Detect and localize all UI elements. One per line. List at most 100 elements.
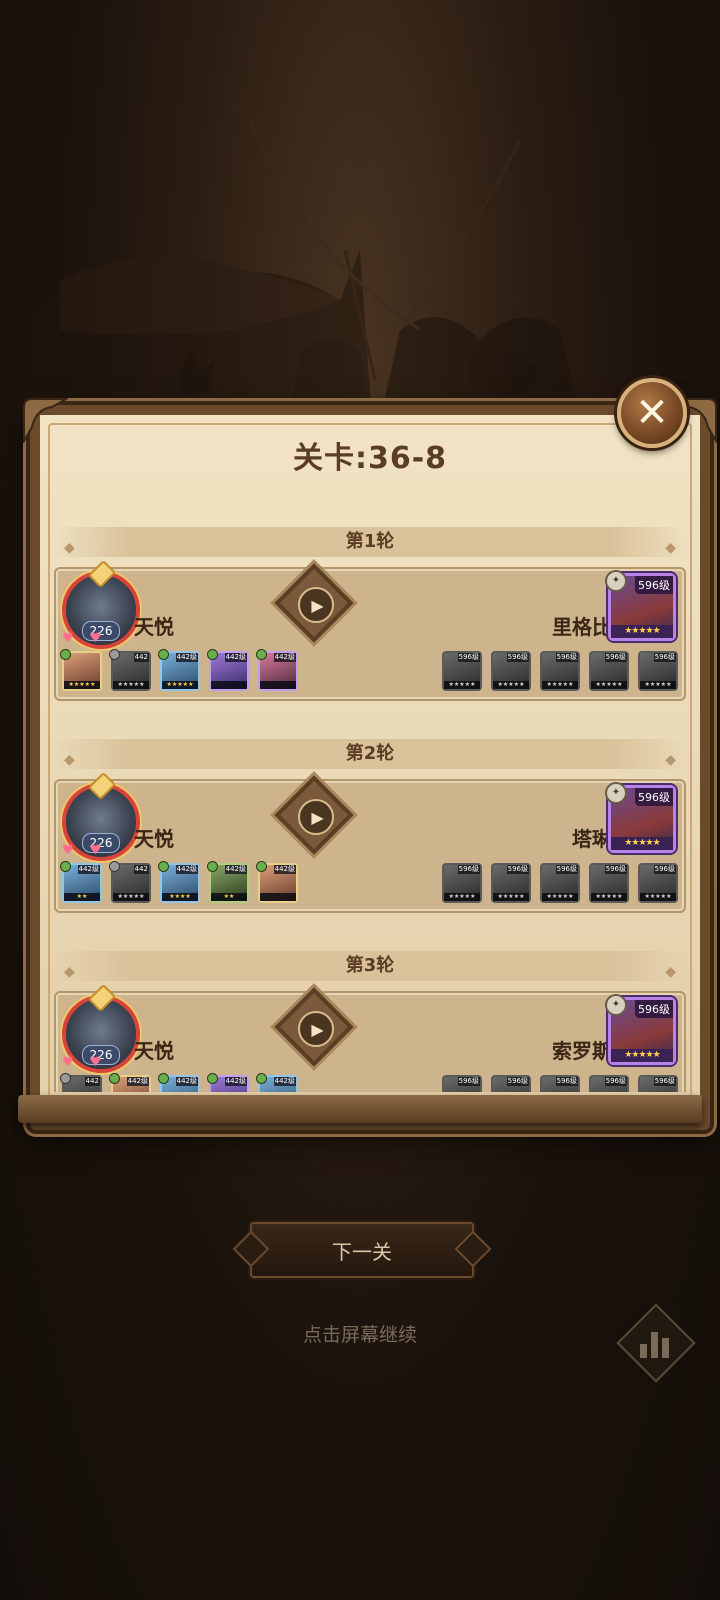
hero-portrait[interactable]: 596级: [540, 1075, 580, 1092]
round-header: ◆ 第1轮 ◆: [54, 527, 686, 557]
faction-icon: [60, 861, 71, 872]
hero-level: 442级: [77, 865, 100, 874]
round-label: 第2轮: [345, 743, 395, 764]
hero-portrait[interactable]: 596级: [589, 1075, 629, 1092]
enemy-team: 596级 596级 596级 596级 596级: [442, 1075, 678, 1092]
hero-stars: ★★★★★: [591, 681, 627, 689]
hero-level: 596级: [604, 653, 627, 662]
player-team: ★★★★★ 442 ★★★★★ 442级 ★★★★★ 442级 442级: [60, 649, 298, 691]
hero-portrait[interactable]: 596级: [491, 1075, 531, 1092]
hero-portrait[interactable]: 596级: [442, 1075, 482, 1092]
hero-portrait[interactable]: 442级: [256, 1073, 298, 1092]
rounds-list[interactable]: ◆ 第1轮 ◆ 226 ♥♥ 天悦 ▶ 里格比 ✦ 596级 ★★★★★ ★★★★★ 442 ★★★★★ 4…: [54, 527, 686, 1092]
bar-chart-icon: [636, 1324, 672, 1358]
hero-portrait[interactable]: 442级: [207, 649, 249, 691]
enemy-avatar[interactable]: ✦ 596级 ★★★★★: [605, 782, 676, 853]
ornament-icon: ◆: [64, 540, 75, 556]
enemy-stars: ★★★★★: [611, 625, 673, 638]
hero-portrait[interactable]: 596级 ★★★★★: [442, 651, 482, 691]
rank-gem-icon: [87, 771, 117, 801]
hero-level: 442级: [175, 653, 198, 662]
hero-portrait[interactable]: 442级: [158, 1073, 200, 1092]
round-label: 第1轮: [345, 531, 395, 552]
ornament-icon: ◆: [64, 964, 75, 980]
next-stage-button[interactable]: 下一关: [250, 1222, 474, 1278]
hero-portrait[interactable]: 442级 ★★★★: [158, 861, 200, 903]
hero-portrait[interactable]: 596级 ★★★★★: [540, 651, 580, 691]
enemy-level: 596级: [635, 576, 673, 594]
hero-stars: ★★: [211, 893, 247, 901]
player-avatar[interactable]: 226 ♥♥: [62, 983, 140, 1073]
close-button[interactable]: ✕: [617, 378, 687, 448]
hero-portrait[interactable]: 442 ★★★★★: [109, 649, 151, 691]
faction-icon: ✦: [605, 782, 627, 804]
hero-portrait[interactable]: 596级 ★★★★★: [638, 863, 678, 903]
player-name: 天悦: [134, 1039, 174, 1063]
hero-portrait[interactable]: 442级 ★★: [60, 861, 102, 903]
hero-portrait[interactable]: 596级 ★★★★★: [589, 651, 629, 691]
faction-icon: [207, 861, 218, 872]
hero-level: 596级: [604, 1077, 627, 1086]
faction-icon: [256, 649, 267, 660]
hero-portrait[interactable]: 596级 ★★★★★: [589, 863, 629, 903]
hero-portrait[interactable]: 442级: [207, 1073, 249, 1092]
hero-level: 442: [84, 1077, 100, 1086]
player-avatar[interactable]: 226 ♥♥: [62, 771, 140, 861]
player-avatar[interactable]: 226 ♥♥: [62, 559, 140, 649]
faction-icon: [109, 861, 120, 872]
enemy-avatar[interactable]: ✦ 596级 ★★★★★: [605, 994, 676, 1065]
hero-portrait[interactable]: 442: [60, 1073, 102, 1092]
hero-level: 596级: [653, 653, 676, 662]
hero-portrait[interactable]: 442级 ★★★★★: [158, 649, 200, 691]
hearts-icon: ♥♥: [62, 843, 118, 858]
hero-level: 442级: [224, 653, 247, 662]
hero-portrait[interactable]: 596级 ★★★★★: [491, 863, 531, 903]
enemy-name: 里格比: [552, 615, 612, 639]
rank-gem-icon: [87, 559, 117, 589]
hero-portrait[interactable]: 596级 ★★★★★: [491, 651, 531, 691]
hero-level: 442级: [224, 865, 247, 874]
hero-level: 596级: [506, 865, 529, 874]
faction-icon: [207, 649, 218, 660]
ornament-icon: ◆: [665, 752, 676, 768]
hero-stars: ★★★★★: [113, 893, 149, 901]
hero-stars: [260, 681, 296, 689]
hero-portrait[interactable]: 596级 ★★★★★: [540, 863, 580, 903]
tap-to-continue-hint: 点击屏幕继续: [302, 1324, 417, 1346]
hero-portrait[interactable]: 442 ★★★★★: [109, 861, 151, 903]
hero-portrait[interactable]: 596级: [638, 1075, 678, 1092]
hero-stars: ★★★★★: [493, 893, 529, 901]
hero-portrait[interactable]: 442级: [256, 861, 298, 903]
enemy-team: 596级 ★★★★★ 596级 ★★★★★ 596级 ★★★★★ 596级 ★★★★★ 596级…: [442, 863, 678, 903]
stage-title: 关卡:36-8: [292, 441, 448, 476]
enemy-avatar[interactable]: ✦ 596级 ★★★★★: [605, 570, 676, 641]
play-icon[interactable]: ▶: [298, 1011, 334, 1047]
hero-stars: ★★★★★: [113, 681, 149, 689]
hero-portrait[interactable]: 442级 ★★: [207, 861, 249, 903]
hero-portrait[interactable]: 596级 ★★★★★: [442, 863, 482, 903]
hero-stars: ★★★★★: [542, 893, 578, 901]
hero-level: 596级: [506, 653, 529, 662]
player-team: 442级 ★★ 442 ★★★★★ 442级 ★★★★ 442级 ★★ 442级: [60, 861, 298, 903]
enemy-name: 塔琳: [572, 827, 612, 851]
play-icon[interactable]: ▶: [298, 799, 334, 835]
ornament-icon: ◆: [64, 752, 75, 768]
hero-level: 596级: [555, 865, 578, 874]
hero-level: 442级: [175, 865, 198, 874]
background-silhouette: [0, 119, 580, 420]
faction-icon: [109, 1073, 120, 1084]
hero-portrait[interactable]: 596级 ★★★★★: [638, 651, 678, 691]
player-name: 天悦: [134, 827, 174, 851]
enemy-level: 596级: [635, 788, 673, 806]
hero-stars: ★★★★★: [640, 893, 676, 901]
hero-level: 442级: [224, 1077, 247, 1086]
hero-portrait[interactable]: 442级: [109, 1073, 151, 1092]
hero-level: 596级: [653, 1077, 676, 1086]
hero-portrait[interactable]: 442级: [256, 649, 298, 691]
faction-icon: ✦: [605, 570, 627, 592]
hero-portrait[interactable]: ★★★★★: [60, 649, 102, 691]
play-icon[interactable]: ▶: [298, 587, 334, 623]
faction-icon: [256, 1073, 267, 1084]
round-header: ◆ 第2轮 ◆: [54, 739, 686, 769]
hero-level: 596级: [457, 653, 480, 662]
